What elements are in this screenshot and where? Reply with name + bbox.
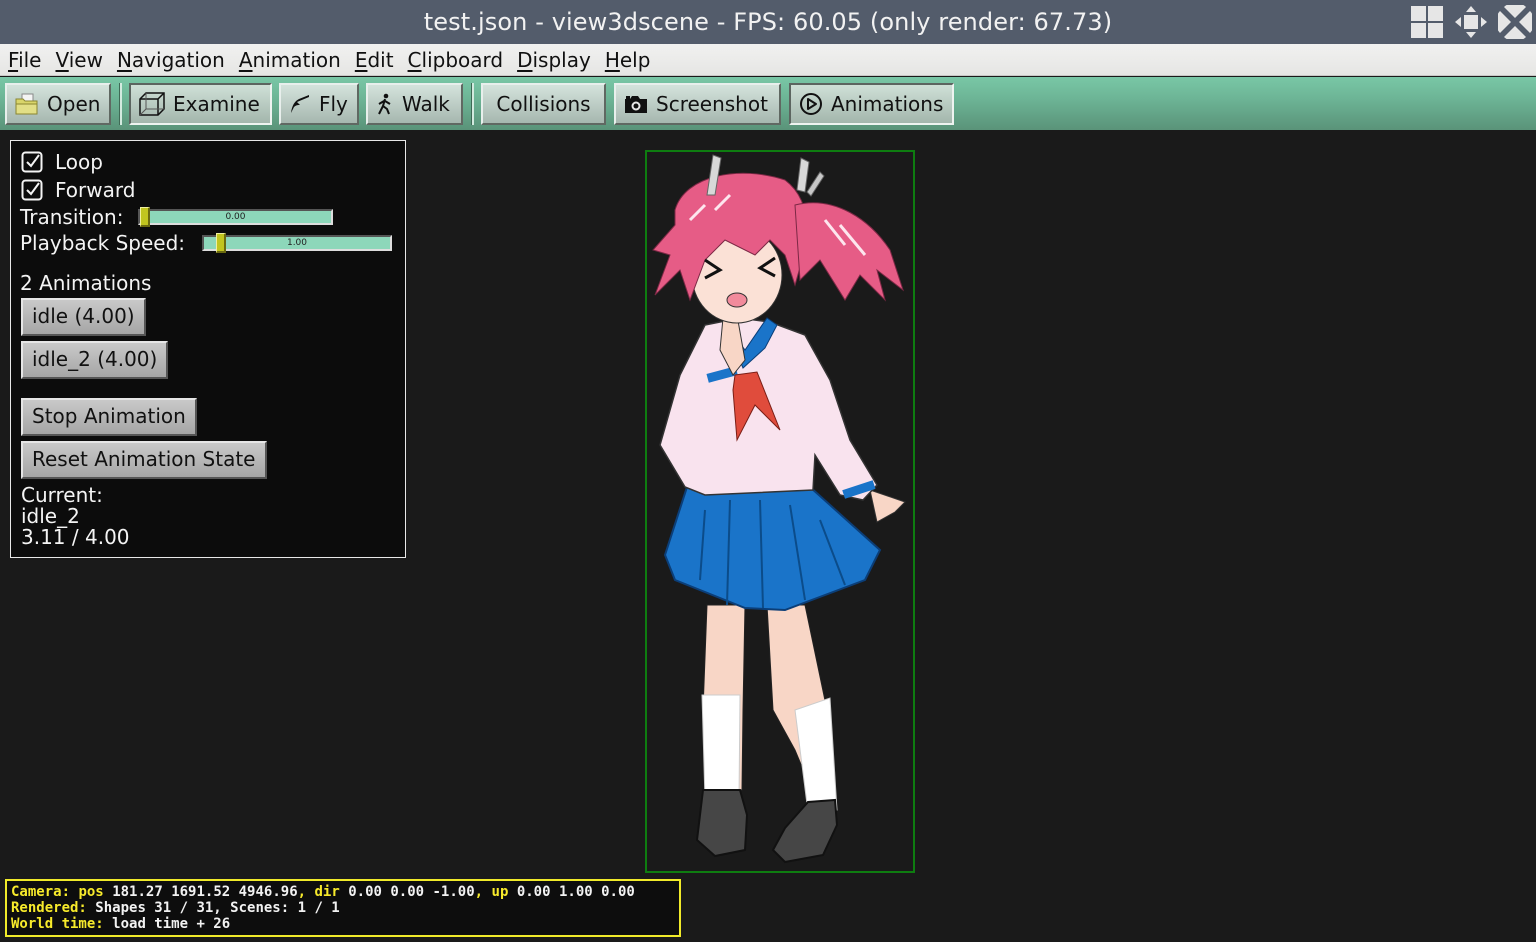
loop-label: Loop <box>55 150 103 174</box>
open-button[interactable]: Open <box>5 83 111 125</box>
fly-label: Fly <box>319 92 348 116</box>
menu-clipboard[interactable]: Clipboard <box>408 45 504 75</box>
animation-panel: Loop Forward Transition: 0.00 Playback S… <box>10 140 406 558</box>
animation-button-idle-2[interactable]: idle_2 (4.00) <box>21 341 169 379</box>
menu-mnemonic: E <box>354 47 368 72</box>
menu-label: elp <box>619 47 651 72</box>
walk-label: Walk <box>402 92 450 116</box>
transition-slider[interactable]: 0.00 <box>138 207 333 227</box>
camera-icon <box>624 94 648 114</box>
folder-icon <box>15 93 39 115</box>
menu-navigation[interactable]: Navigation <box>117 45 225 75</box>
examine-label: Examine <box>173 92 260 116</box>
status-overlay: Camera: pos 181.27 1691.52 4946.96, dir … <box>5 879 681 937</box>
dir-label: dir <box>314 884 340 900</box>
collisions-label: Collisions <box>496 92 591 116</box>
fly-button[interactable]: Fly <box>279 83 359 125</box>
forward-label: Forward <box>55 178 136 202</box>
menu-mnemonic: C <box>407 47 422 72</box>
forward-checkbox[interactable]: Forward <box>21 177 135 203</box>
animations-button[interactable]: Animations <box>789 83 954 125</box>
rendered-label: Rendered: <box>11 900 87 916</box>
toolbar: Open Examine Fly Walk Collisions Screens… <box>0 77 1536 130</box>
up-label: up <box>491 884 509 900</box>
menu-help[interactable]: Help <box>605 45 651 75</box>
checkbox-checked-icon <box>21 151 43 173</box>
world-time-label: World time: <box>11 916 104 932</box>
current-label: Current: <box>21 483 103 507</box>
playback-speed-label: Playback Speed: <box>20 231 186 255</box>
play-circle-icon <box>799 92 823 116</box>
checkbox-checked-icon <box>21 179 43 201</box>
world-time-value: load time + 26 <box>112 916 231 932</box>
slider-thumb[interactable] <box>140 207 150 227</box>
tile-icon[interactable] <box>1408 4 1446 40</box>
move-icon[interactable] <box>1452 4 1490 40</box>
cube-icon <box>139 92 165 116</box>
screenshot-button[interactable]: Screenshot <box>614 83 781 125</box>
reset-animation-state-button[interactable]: Reset Animation State <box>21 441 267 479</box>
animations-label: Animations <box>831 92 944 116</box>
status-camera-line: Camera: pos 181.27 1691.52 4946.96, dir … <box>11 884 635 900</box>
window-titlebar[interactable]: test.json - view3dscene - FPS: 60.05 (on… <box>0 0 1536 44</box>
examine-button[interactable]: Examine <box>129 83 272 125</box>
collisions-button[interactable]: Collisions <box>481 83 606 125</box>
bird-icon <box>289 93 311 115</box>
camera-label: Camera: <box>11 884 71 900</box>
menu-display[interactable]: Display <box>517 45 591 75</box>
status-world-time-line: World time: load time + 26 <box>11 916 675 932</box>
menu-file[interactable]: File <box>8 45 41 75</box>
transition-label: Transition: <box>20 205 124 229</box>
rendered-value: Shapes 31 / 31, Scenes: 1 / 1 <box>95 900 340 916</box>
menu-label: iew <box>68 47 103 72</box>
current-animation-name: idle_2 <box>21 504 80 528</box>
loop-checkbox[interactable]: Loop <box>21 149 103 175</box>
animations-count: 2 Animations <box>20 271 152 295</box>
animation-button-idle[interactable]: idle (4.00) <box>21 298 146 336</box>
menu-view[interactable]: View <box>55 45 102 75</box>
menu-label: avigation <box>131 47 225 72</box>
menu-animation[interactable]: Animation <box>239 45 341 75</box>
status-rendered-line: Rendered: Shapes 31 / 31, Scenes: 1 / 1 <box>11 900 675 916</box>
pos-value: 181.27 1691.52 4946.96 <box>112 884 298 900</box>
walking-person-icon <box>376 93 394 115</box>
dir-value: 0.00 0.00 -1.00 <box>348 884 475 900</box>
menu-label: nimation <box>252 47 341 72</box>
menu-edit[interactable]: Edit <box>355 45 394 75</box>
playback-speed-slider[interactable]: 1.00 <box>202 233 392 253</box>
menu-mnemonic: A <box>238 47 253 72</box>
model-bounding-box <box>645 150 915 873</box>
stop-animation-button[interactable]: Stop Animation <box>21 398 197 436</box>
menu-label: ile <box>18 47 42 72</box>
screenshot-label: Screenshot <box>656 92 768 116</box>
window-title: test.json - view3dscene - FPS: 60.05 (on… <box>423 8 1113 36</box>
playback-speed-value: 1.00 <box>286 238 308 248</box>
up-value: 0.00 1.00 0.00 <box>516 884 635 900</box>
menu-label: isplay <box>532 47 591 72</box>
toolbar-separator <box>119 83 122 125</box>
slider-thumb[interactable] <box>216 233 227 253</box>
current-animation-time: 3.11 / 4.00 <box>21 525 130 549</box>
menu-label: lipboard <box>421 47 504 72</box>
menu-label: dit <box>367 47 394 72</box>
menu-bar: File View Navigation Animation Edit Clip… <box>0 44 1536 76</box>
walk-button[interactable]: Walk <box>366 83 463 125</box>
menu-mnemonic: F <box>8 47 19 72</box>
open-label: Open <box>47 92 101 116</box>
pos-label: pos <box>78 884 104 900</box>
toolbar-separator <box>471 83 474 125</box>
transition-value: 0.00 <box>225 212 246 222</box>
menu-mnemonic: H <box>604 47 620 72</box>
menu-mnemonic: N <box>116 47 132 72</box>
close-icon[interactable] <box>1496 4 1534 40</box>
menu-mnemonic: V <box>55 47 69 72</box>
window-controls <box>1408 4 1534 40</box>
menu-mnemonic: D <box>517 47 533 72</box>
